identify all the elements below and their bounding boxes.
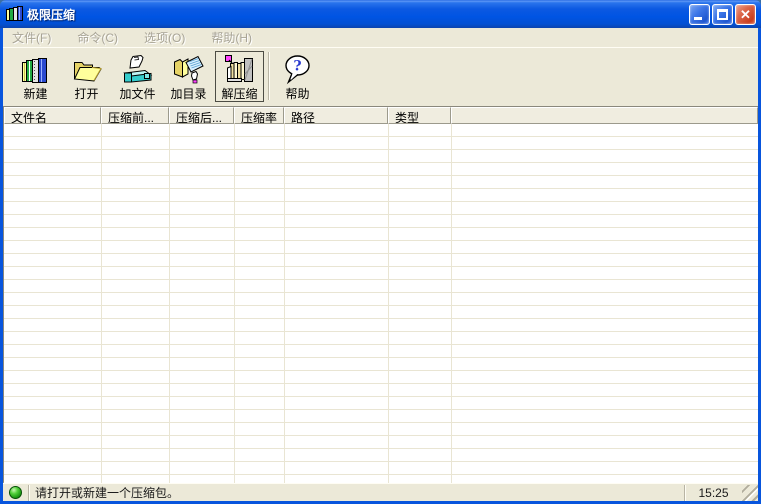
toolbar-button-add-directory[interactable]: 加目录 [164, 51, 213, 102]
status-message: 请打开或新建一个压缩包。 [29, 484, 684, 501]
toolbar-button-new[interactable]: 新建 [11, 51, 60, 102]
column-header-filename[interactable]: 文件名 [4, 107, 101, 124]
green-ball-icon [9, 486, 22, 499]
toolbar-label: 加文件 [119, 87, 155, 101]
help-icon: ? [281, 54, 314, 87]
close-button[interactable]: ✕ [735, 4, 756, 25]
file-list-body[interactable] [4, 124, 758, 483]
grid-vline [388, 124, 389, 483]
toolbar-button-open[interactable]: 打开 [62, 51, 111, 102]
toolbar-label: 新建 [23, 87, 47, 101]
grid-vline [101, 124, 102, 483]
menu-help[interactable]: 帮助(H) [207, 27, 260, 48]
column-header-blank [451, 107, 758, 124]
toolbar: 新建 打开 加文件 [3, 47, 758, 106]
status-icon-panel [3, 485, 29, 501]
column-header-ratio[interactable]: 压缩率 [234, 107, 284, 124]
file-list-header: 文件名 压缩前... 压缩后... 压缩率 路径 类型 [4, 107, 758, 124]
extract-icon [223, 54, 256, 87]
toolbar-label: 打开 [74, 87, 98, 101]
open-archive-icon [70, 54, 103, 87]
file-list: 文件名 压缩前... 压缩后... 压缩率 路径 类型 [3, 106, 758, 483]
grid-vline [451, 124, 452, 483]
column-header-type[interactable]: 类型 [388, 107, 451, 124]
close-icon: ✕ [736, 5, 755, 24]
minimize-icon [694, 17, 702, 20]
menu-options[interactable]: 选项(O) [140, 27, 193, 48]
app-window: 极限压缩 ✕ 文件(F) 命令(C) 选项(O) 帮助(H) 新建 [0, 0, 761, 504]
resize-grip[interactable] [742, 485, 758, 501]
add-directory-icon [172, 54, 205, 87]
menu-file[interactable]: 文件(F) [8, 27, 59, 48]
add-file-icon [121, 54, 154, 87]
column-header-path[interactable]: 路径 [284, 107, 388, 124]
window-title: 极限压缩 [27, 6, 689, 23]
app-books-icon [6, 6, 23, 22]
minimize-button[interactable] [689, 4, 710, 25]
titlebar: 极限压缩 ✕ [0, 0, 761, 28]
toolbar-label: 加目录 [170, 87, 206, 101]
menu-bar: 文件(F) 命令(C) 选项(O) 帮助(H) [3, 28, 758, 47]
toolbar-label: 帮助 [285, 87, 309, 101]
toolbar-button-add-file[interactable]: 加文件 [113, 51, 162, 102]
column-header-size-after[interactable]: 压缩后... [169, 107, 234, 124]
svg-text:?: ? [293, 58, 301, 74]
status-bar: 请打开或新建一个压缩包。 15:25 [3, 483, 758, 501]
new-archive-icon [19, 54, 52, 87]
maximize-icon [717, 9, 728, 20]
column-header-size-before[interactable]: 压缩前... [101, 107, 169, 124]
grid-vline [284, 124, 285, 483]
toolbar-separator [268, 52, 270, 100]
maximize-button[interactable] [712, 4, 733, 25]
toolbar-label: 解压缩 [221, 87, 257, 101]
toolbar-button-extract[interactable]: 解压缩 [215, 51, 264, 102]
grid-vline [234, 124, 235, 483]
menu-command[interactable]: 命令(C) [73, 27, 126, 48]
toolbar-button-help[interactable]: ? 帮助 [273, 51, 322, 102]
grid-vline [169, 124, 170, 483]
status-clock: 15:25 [684, 485, 742, 501]
